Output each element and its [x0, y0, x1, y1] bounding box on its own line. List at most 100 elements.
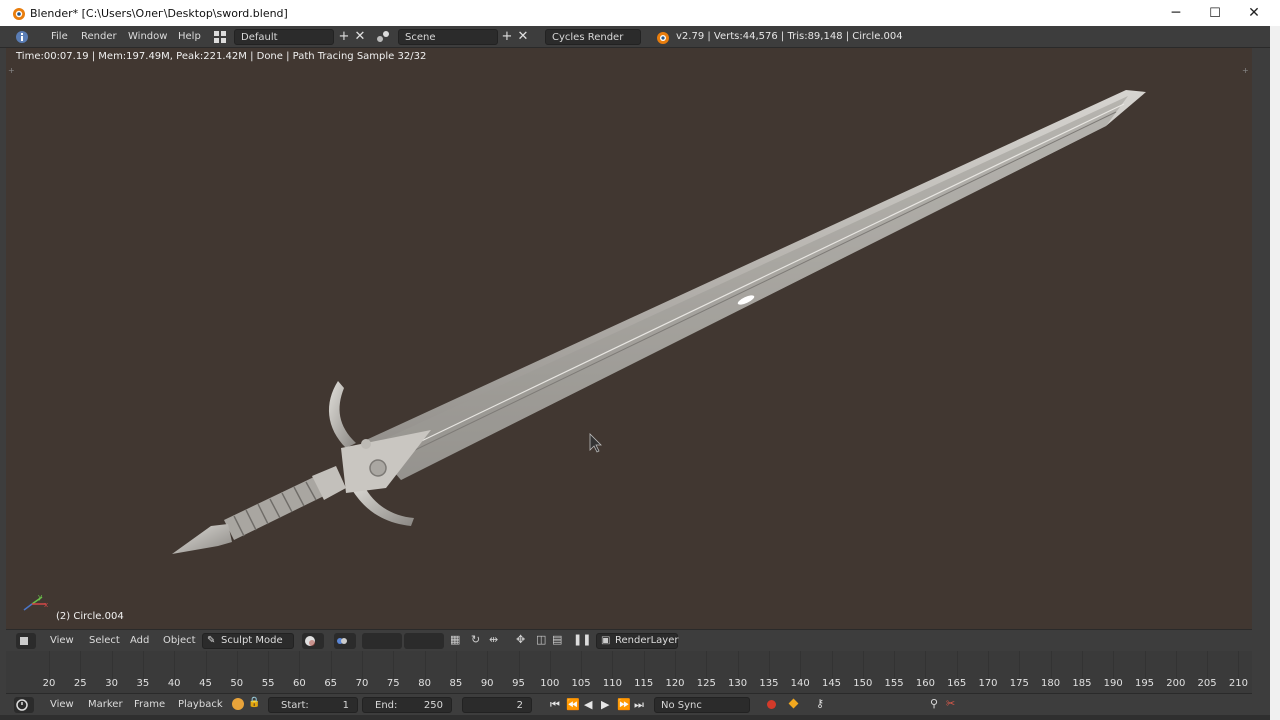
editor-type-timeline-icon[interactable]: [14, 697, 34, 713]
screen-layout-icon[interactable]: [212, 29, 228, 45]
timeline[interactable]: 20 25 30 35 40 45 50 55 60 65 70 75 80 85 90 95 100 105 11…: [6, 651, 1252, 693]
jump-end-icon[interactable]: ⏭: [634, 698, 644, 712]
timeline-frame-label: 155: [884, 678, 904, 689]
timeline-frame-label: 140: [790, 678, 810, 689]
pivot-point-icon[interactable]: [334, 633, 356, 649]
mode-select[interactable]: ✎ Sculpt Mode: [202, 633, 294, 649]
timeline-tick: [362, 651, 363, 679]
timeline-frame-label: 80: [418, 678, 431, 689]
timeline-frame-label: 85: [449, 678, 463, 689]
timeline-tick: [925, 651, 927, 679]
viewport-shading-icon[interactable]: [302, 633, 324, 649]
menu-file[interactable]: File: [43, 31, 76, 42]
viewport-corner-widget-icon[interactable]: +: [8, 66, 16, 75]
timeline-frame-label: 175: [1009, 678, 1029, 689]
menu-view[interactable]: View: [50, 635, 74, 646]
render-engine-select[interactable]: Cycles Render: [545, 29, 641, 45]
timeline-tick: [268, 651, 270, 679]
timeline-frame-label: 135: [759, 678, 779, 689]
play-reverse-icon[interactable]: ◀: [584, 698, 592, 711]
timeline-tick: [49, 651, 50, 679]
timeline-tick: [455, 651, 457, 679]
end-frame-value: 250: [423, 700, 443, 711]
timeline-frame-label: 65: [324, 678, 338, 689]
jump-prev-keyframe-icon[interactable]: ⏪: [566, 698, 580, 711]
menu-marker[interactable]: Marker: [88, 699, 123, 710]
timeline-frame-label: 145: [821, 678, 842, 689]
scene-field[interactable]: Scene: [398, 29, 498, 45]
timeline-frame-label: 55: [261, 678, 275, 689]
keying-set-icon[interactable]: [788, 698, 799, 709]
insert-keyframe-icon[interactable]: ⚷: [816, 697, 824, 710]
jump-start-icon[interactable]: ⏮: [550, 698, 560, 712]
render-status-text: Time:00:07.19 | Mem:197.49M, Peak:221.42…: [16, 51, 427, 62]
current-frame-field[interactable]: 2: [462, 697, 532, 713]
add-scene-icon[interactable]: +: [499, 29, 515, 45]
end-frame-field[interactable]: End: 250: [362, 697, 452, 713]
layer-buttons-1[interactable]: [362, 633, 402, 649]
start-frame-field[interactable]: Start: 1: [268, 697, 358, 713]
keyframe-insert-icon[interactable]: ⚲: [930, 697, 938, 710]
timeline-tick: [424, 651, 426, 679]
remove-scene-icon[interactable]: ✕: [515, 29, 531, 45]
sync-mode-select[interactable]: No Sync: [654, 697, 750, 713]
screen-layout-field[interactable]: Default: [234, 29, 334, 45]
editor-type-3dview-icon[interactable]: [16, 633, 36, 649]
jump-next-keyframe-icon[interactable]: ⏩: [617, 698, 631, 711]
timeline-frame-label: 150: [853, 678, 873, 689]
menu-playback[interactable]: Playback: [178, 699, 223, 710]
menu-frame[interactable]: Frame: [134, 699, 165, 710]
timeline-frame-label: 75: [386, 678, 400, 689]
timeline-frame-label: 165: [947, 678, 967, 689]
layer-buttons-2[interactable]: [404, 633, 444, 649]
timeline-tick: [831, 651, 833, 679]
menu-add[interactable]: Add: [130, 635, 149, 646]
pause-render-icon[interactable]: ❚❚: [573, 633, 591, 649]
render-animation-icon[interactable]: ▤: [552, 633, 566, 649]
viewport-corner-widget-icon[interactable]: +: [1242, 66, 1250, 75]
lock-camera-icon[interactable]: ▦: [450, 633, 464, 649]
editor-type-info-icon[interactable]: [14, 29, 30, 45]
menu-help[interactable]: Help: [170, 31, 209, 42]
timeline-frame-label: 200: [1166, 678, 1186, 689]
menu-render[interactable]: Render: [73, 31, 125, 42]
timeline-tick: [549, 651, 551, 679]
3d-viewport[interactable]: y x + +: [6, 48, 1252, 629]
menu-object[interactable]: Object: [163, 635, 196, 646]
render-layer-select[interactable]: ▣ RenderLayer: [596, 633, 678, 649]
axis-y-label: y: [38, 593, 43, 601]
menu-view[interactable]: View: [50, 699, 74, 710]
menu-select[interactable]: Select: [89, 635, 120, 646]
manipulator-icon[interactable]: ✥: [516, 633, 530, 649]
play-icon[interactable]: ▶: [601, 698, 609, 711]
timeline-tick: [988, 651, 989, 679]
timeline-tick: [706, 651, 708, 679]
window-scrollbar[interactable]: [1270, 26, 1280, 720]
preview-range-icon[interactable]: [232, 698, 244, 710]
close-button[interactable]: ✕: [1231, 0, 1277, 26]
timeline-tick: [174, 651, 176, 679]
lock-range-icon[interactable]: 🔒: [248, 697, 260, 713]
proportional-edit-icon[interactable]: ↻: [471, 633, 485, 649]
timeline-tick: [236, 651, 238, 679]
timeline-frame-label: 160: [915, 678, 935, 689]
auto-keying-record-icon[interactable]: [767, 700, 776, 709]
remove-screen-icon[interactable]: ✕: [352, 29, 368, 45]
timeline-tick: [1081, 651, 1083, 679]
keyframe-delete-icon[interactable]: ✂: [946, 697, 955, 710]
render-still-icon[interactable]: ◫: [536, 633, 550, 649]
timeline-tick: [330, 651, 332, 679]
info-header: File Render Window Help Default + ✕ Scen…: [0, 26, 1270, 48]
timeline-frame-label: 115: [634, 678, 654, 689]
render-layer-label: RenderLayer: [615, 635, 679, 646]
timeline-tick: [737, 651, 739, 679]
right-toolbar-strip: [1252, 48, 1270, 715]
snap-icon[interactable]: ⇹: [489, 633, 503, 649]
start-frame-value: 1: [342, 700, 349, 711]
timeline-tick: [1207, 651, 1209, 679]
timeline-frame-label: 20: [42, 678, 56, 689]
menu-window[interactable]: Window: [120, 31, 175, 42]
scene-icon[interactable]: [375, 29, 391, 45]
timeline-tick: [612, 651, 614, 679]
add-screen-icon[interactable]: +: [336, 29, 352, 45]
